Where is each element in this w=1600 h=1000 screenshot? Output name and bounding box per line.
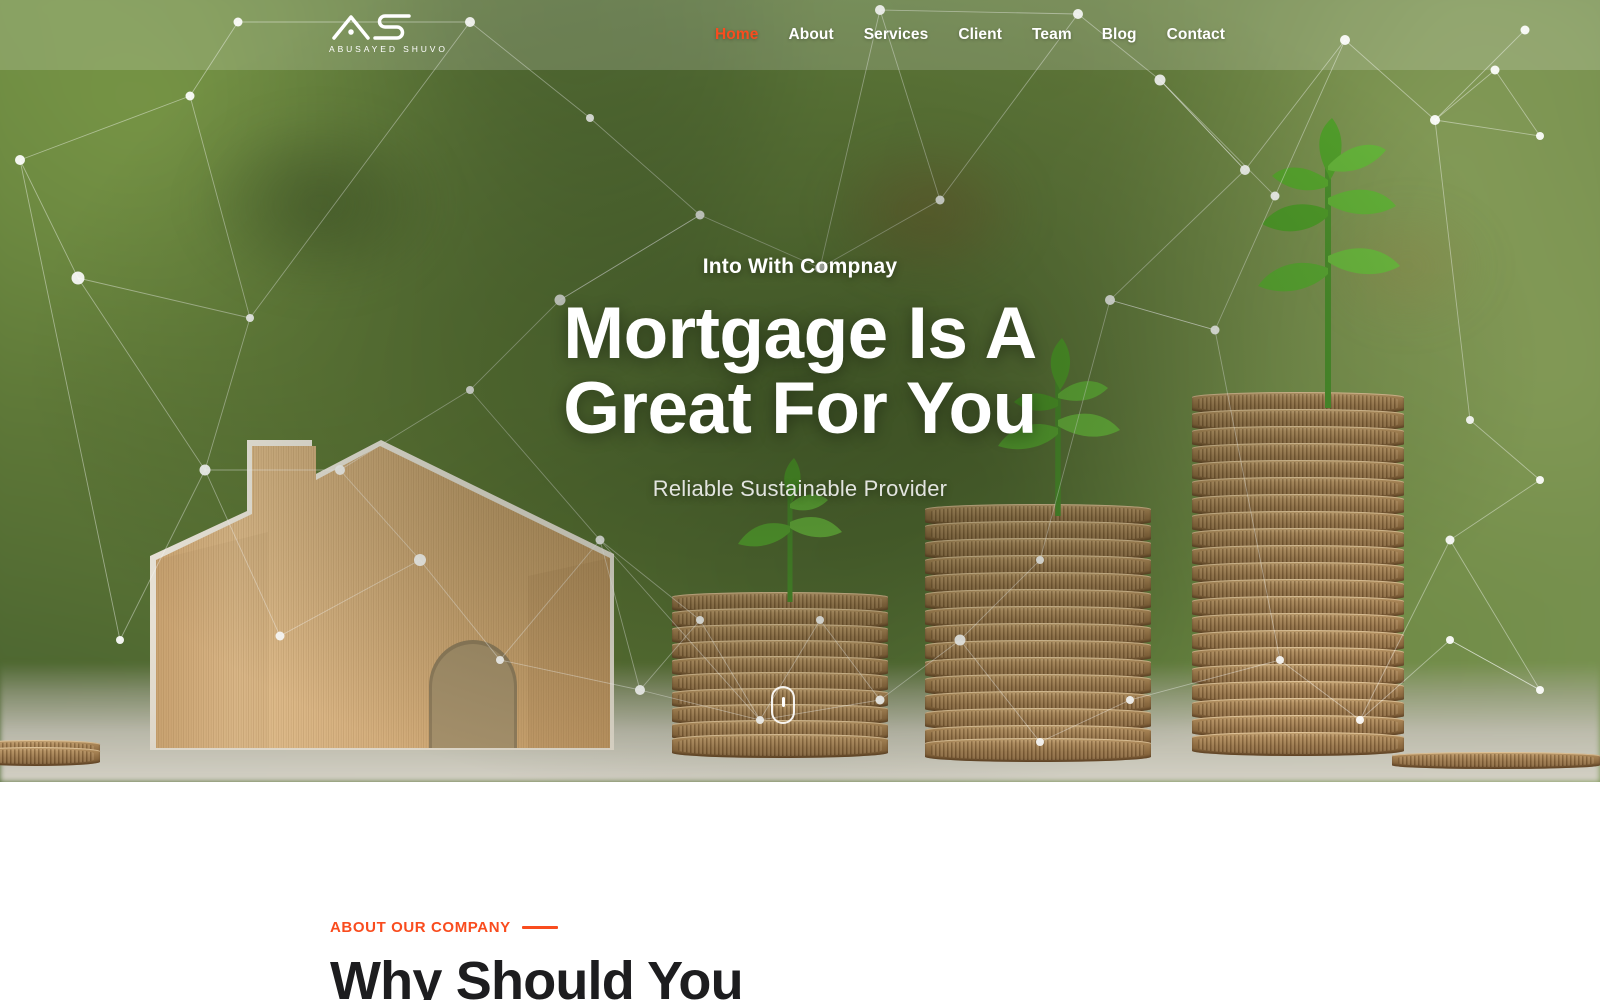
about-title: Why Should You: [330, 951, 744, 1000]
nav-item-team[interactable]: Team: [1032, 26, 1072, 44]
site-logo[interactable]: ABUSAYED SHUVO: [329, 12, 448, 56]
nav-item-client[interactable]: Client: [958, 26, 1002, 44]
nav-item-services[interactable]: Services: [864, 26, 929, 44]
nav-item-about[interactable]: About: [788, 26, 833, 44]
about-eyebrow: ABOUT OUR COMPANY: [330, 919, 743, 936]
site-header: ABUSAYED SHUVO Home About Services Clien…: [0, 0, 1600, 70]
about-eyebrow-dash: [521, 926, 558, 929]
hero-darkening-veil: [0, 0, 1600, 782]
main-navigation: Home About Services Client Team Blog Con…: [715, 0, 1225, 70]
scroll-wheel-dash: [782, 697, 785, 707]
page-root: Into With Compnay Mortgage Is A Great Fo…: [0, 0, 1600, 1000]
nav-item-home[interactable]: Home: [715, 26, 758, 44]
hero-section: Into With Compnay Mortgage Is A Great Fo…: [0, 0, 1600, 782]
nav-item-contact[interactable]: Contact: [1167, 26, 1225, 44]
as-monogram-icon: [332, 14, 411, 40]
scroll-mouse-icon[interactable]: [771, 686, 795, 724]
about-text-column: ABOUT OUR COMPANY Why Should You: [330, 919, 744, 1000]
about-section: ABOUT OUR COMPANY Why Should You: [0, 782, 1600, 1000]
nav-item-blog[interactable]: Blog: [1102, 26, 1137, 44]
about-eyebrow-label: ABOUT OUR COMPANY: [330, 919, 511, 936]
logo-subtitle: ABUSAYED SHUVO: [329, 44, 448, 54]
